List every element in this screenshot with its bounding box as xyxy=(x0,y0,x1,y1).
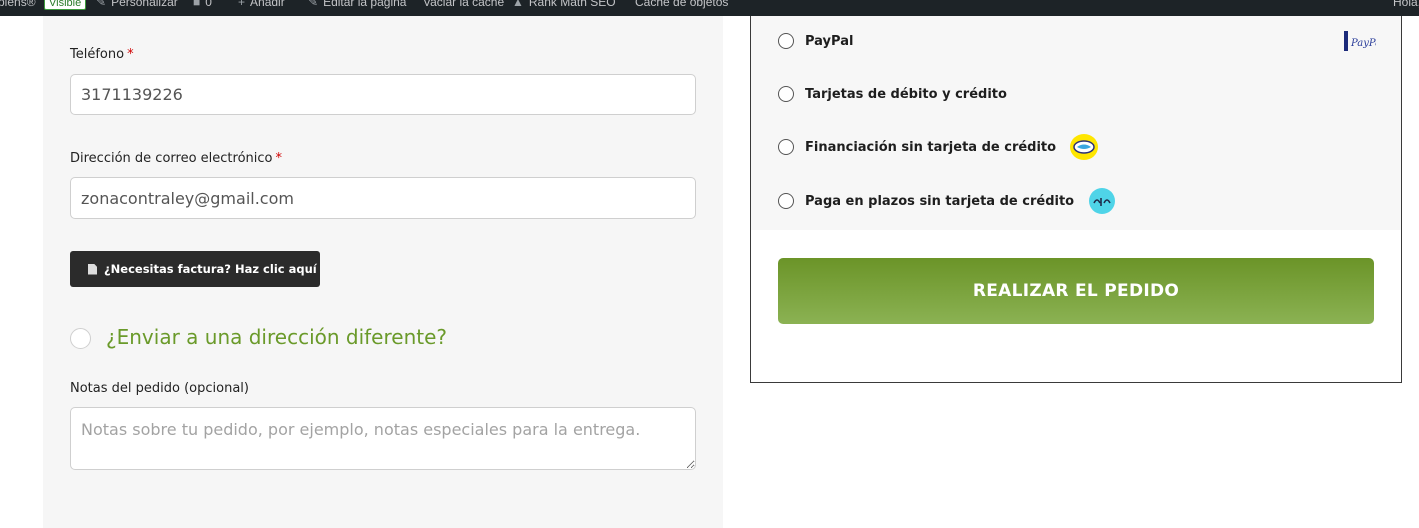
pencil-icon: ✎ xyxy=(308,0,319,9)
brush-icon: ✎ xyxy=(96,0,107,9)
plus-icon: + xyxy=(238,0,246,9)
order-review-panel: PayPal PayPal Tarjetas de débito y crédi… xyxy=(750,16,1402,383)
ship-different-label[interactable]: ¿Enviar a una dirección diferente? xyxy=(106,325,447,349)
email-label: Dirección de correo electrónico * xyxy=(70,151,282,166)
payment-radio[interactable] xyxy=(778,139,794,155)
comment-icon: ■ xyxy=(193,0,201,9)
document-icon xyxy=(88,263,97,275)
rank-math-icon: ▲ xyxy=(512,0,524,9)
email-input[interactable]: zonacontraley@gmail.com xyxy=(70,177,696,219)
payment-option-paypal[interactable]: PayPal xyxy=(778,31,853,51)
admin-bar-account[interactable]: Hola, xyxy=(1393,0,1419,8)
payment-radio[interactable] xyxy=(778,193,794,209)
admin-bar-clear-cache[interactable]: Vaciar la caché xyxy=(423,0,504,8)
svg-text:PayPal: PayPal xyxy=(1350,38,1376,49)
invoice-button[interactable]: ¿Necesitas factura? Haz clic aquí xyxy=(70,251,320,287)
notes-label: Notas del pedido (opcional) xyxy=(70,381,249,396)
required-mark: * xyxy=(127,47,134,62)
paypal-logo-icon: PayPal xyxy=(1344,31,1376,51)
payment-option-financing[interactable]: Financiación sin tarjeta de crédito xyxy=(778,134,1099,160)
payment-methods: PayPal PayPal Tarjetas de débito y crédi… xyxy=(751,16,1401,230)
admin-bar-add-new[interactable]: + Añadir xyxy=(238,0,285,8)
payment-option-cards[interactable]: Tarjetas de débito y crédito xyxy=(778,84,1007,104)
mercadopago-logo-icon xyxy=(1070,134,1099,160)
admin-bar-object-cache[interactable]: Caché de objetos xyxy=(635,0,728,8)
phone-label: Teléfono * xyxy=(70,47,134,62)
admin-bar-comments[interactable]: ■ 0 xyxy=(193,0,212,8)
admin-bar-edit-page[interactable]: ✎ Editar la página xyxy=(308,0,406,8)
phone-input[interactable]: 3171139226 xyxy=(70,74,696,115)
visible-badge[interactable]: Visible xyxy=(44,0,87,10)
payment-radio[interactable] xyxy=(778,33,794,49)
admin-bar-site-name[interactable]: piens® xyxy=(0,0,36,8)
place-order-button[interactable]: REALIZAR EL PEDIDO xyxy=(778,258,1374,324)
admin-bar-rank-math[interactable]: ▲ Rank Math SEO xyxy=(512,0,616,8)
required-mark: * xyxy=(275,151,282,166)
ship-different-checkbox[interactable] xyxy=(70,328,91,349)
payment-radio[interactable] xyxy=(778,86,794,102)
admin-bar: piens® Visible ✎ Personalizar ■ 0 + Añadir … xyxy=(0,0,1419,16)
admin-bar-customize[interactable]: ✎ Personalizar xyxy=(96,0,178,8)
payment-option-installments[interactable]: Paga en plazos sin tarjeta de crédito xyxy=(778,188,1117,214)
aplazo-logo-icon xyxy=(1089,188,1116,214)
order-notes-textarea[interactable] xyxy=(70,407,696,470)
